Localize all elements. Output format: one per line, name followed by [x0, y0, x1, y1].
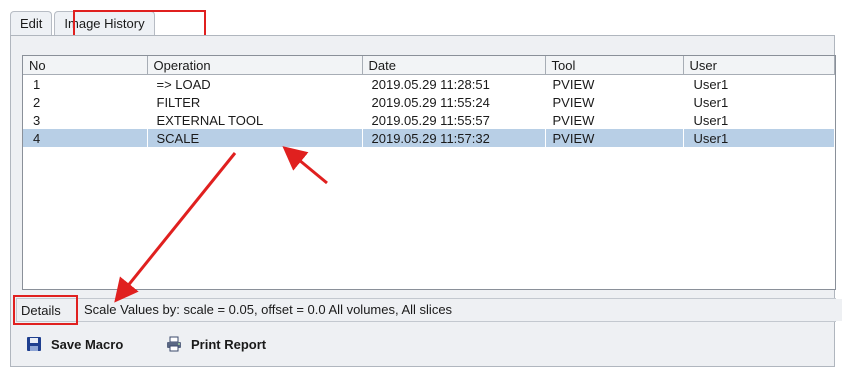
details-bar: Details Scale Values by: scale = 0.05, o…	[16, 298, 842, 322]
floppy-disk-icon	[26, 336, 42, 352]
column-header-operation[interactable]: Operation	[147, 56, 363, 75]
cell-user: User1	[693, 76, 729, 92]
column-header-date[interactable]: Date	[362, 56, 546, 75]
cell-no: 2	[33, 94, 41, 110]
table-row-selected[interactable]: 4 SCALE 2019.05.29 11:57:32 PVIEW User1	[23, 129, 835, 147]
cell-tool: PVIEW	[552, 94, 595, 110]
tab-bar: Edit Image History	[10, 9, 157, 35]
column-header-user[interactable]: User	[683, 56, 835, 75]
cell-tool: PVIEW	[545, 129, 683, 147]
cell-operation: EXTERNAL TOOL	[156, 112, 264, 128]
table-row[interactable]: 2 FILTER 2019.05.29 11:55:24 PVIEW User1	[23, 93, 835, 111]
table-header-row: No Operation Date Tool User	[23, 56, 835, 75]
cell-no: 3	[33, 112, 41, 128]
cell-date: 2019.05.29 11:55:24	[371, 94, 490, 110]
save-macro-label: Save Macro	[51, 336, 124, 352]
cell-operation: => LOAD	[156, 76, 211, 92]
cell-date: 2019.05.29 11:28:51	[371, 76, 490, 92]
cell-operation: SCALE	[147, 129, 362, 147]
cell-tool: PVIEW	[552, 112, 595, 128]
cell-user: User1	[693, 94, 729, 110]
cell-date: 2019.05.29 11:57:32	[362, 129, 545, 147]
tab-image-history[interactable]: Image History	[54, 11, 155, 35]
print-report-label: Print Report	[191, 336, 267, 352]
cell-user: User1	[693, 112, 729, 128]
details-label: Details	[21, 303, 61, 318]
printer-icon	[166, 336, 182, 352]
tab-edit-label: Edit	[20, 16, 43, 31]
cell-date: 2019.05.29 11:55:57	[371, 112, 490, 128]
details-text: Scale Values by: scale = 0.05, offset = …	[77, 299, 842, 321]
save-macro-button[interactable]: Save Macro	[26, 332, 123, 356]
cell-tool: PVIEW	[552, 76, 595, 92]
tab-edit[interactable]: Edit	[10, 11, 53, 35]
tab-image-history-label: Image History	[64, 16, 145, 31]
table-row[interactable]: 3 EXTERNAL TOOL 2019.05.29 11:55:57 PVIE…	[23, 111, 835, 129]
cell-no: 1	[33, 76, 41, 92]
table-row[interactable]: 1 => LOAD 2019.05.29 11:28:51 PVIEW User…	[23, 75, 835, 94]
cell-operation: FILTER	[156, 94, 201, 110]
cell-no: 4	[23, 129, 147, 147]
column-header-tool[interactable]: Tool	[545, 56, 684, 75]
print-report-button[interactable]: Print Report	[166, 332, 266, 356]
column-header-no[interactable]: No	[23, 56, 148, 75]
history-table: No Operation Date Tool User 1 => LOAD 20…	[22, 55, 836, 290]
cell-user: User1	[683, 129, 835, 147]
